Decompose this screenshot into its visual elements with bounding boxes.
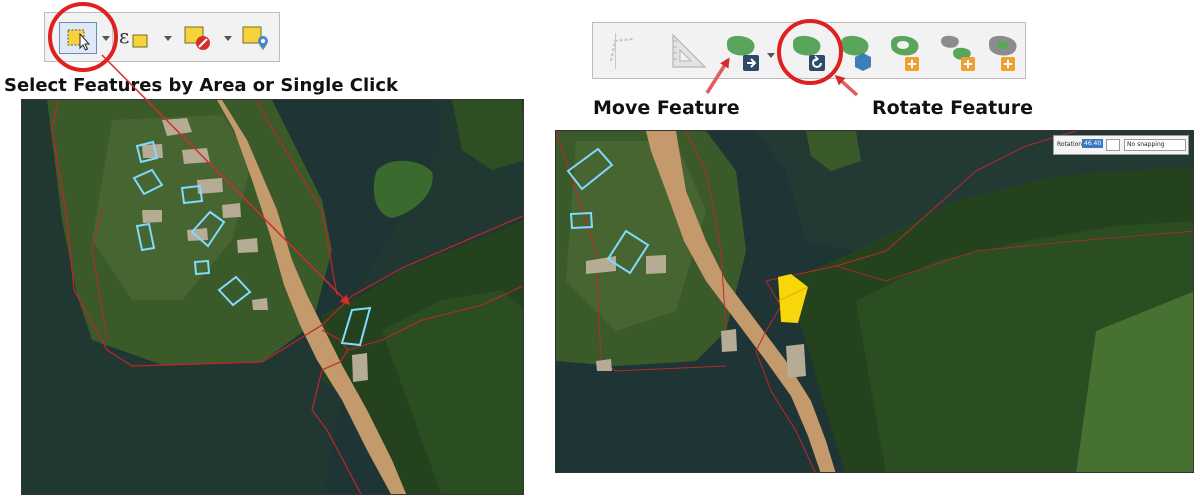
add-ring-icon	[891, 35, 919, 71]
add-part-icon	[941, 35, 975, 71]
aerial-map-before	[22, 100, 523, 494]
map-canvas-after[interactable]: Rotation 46.40 No snapping	[555, 130, 1194, 473]
vertex-tool-icon	[610, 38, 634, 62]
vertex-tool-button[interactable]	[605, 33, 639, 69]
rotation-value-input[interactable]: 46.40	[1082, 139, 1104, 148]
select-features-dropdown[interactable]	[102, 36, 110, 41]
measure-button[interactable]	[669, 31, 709, 71]
deselect-features-icon	[184, 26, 210, 50]
select-by-location-icon	[242, 26, 268, 50]
simplify-feature-icon	[841, 35, 871, 71]
aerial-map-after	[556, 131, 1193, 472]
rotate-feature-icon	[793, 35, 825, 71]
select-by-expression-icon: ε	[119, 24, 148, 48]
move-feature-dropdown[interactable]	[767, 53, 775, 58]
rotate-feature-arrow	[834, 74, 859, 97]
simplify-feature-button[interactable]	[837, 31, 879, 75]
rotate-feature-button[interactable]	[789, 31, 831, 75]
add-ring-button[interactable]	[887, 31, 929, 75]
rotate-feature-caption: Rotate Feature	[872, 97, 1033, 119]
measure-icon	[672, 33, 707, 68]
rotation-label: Rotation	[1057, 141, 1083, 148]
rotation-spinner[interactable]	[1106, 139, 1120, 151]
digitizing-toolbar	[592, 22, 1026, 79]
deselect-features-dropdown[interactable]	[224, 36, 232, 41]
toolbar-separator	[615, 33, 616, 69]
select-by-expression-button[interactable]: ε	[117, 22, 157, 54]
rotation-panel: Rotation 46.40 No snapping	[1053, 135, 1189, 155]
select-features-button[interactable]	[59, 22, 97, 54]
map-canvas-before[interactable]	[21, 99, 524, 495]
select-by-expression-dropdown[interactable]	[164, 36, 172, 41]
select-features-caption: Select Features by Area or Single Click	[4, 75, 398, 96]
toolbar-separator	[112, 21, 113, 55]
move-feature-caption: Move Feature	[593, 97, 740, 119]
svg-text:ε: ε	[119, 24, 129, 48]
fill-ring-button[interactable]	[985, 31, 1025, 75]
fill-ring-icon	[989, 35, 1017, 71]
deselect-features-button[interactable]	[181, 22, 217, 54]
add-part-button[interactable]	[939, 31, 981, 75]
move-feature-icon	[727, 35, 759, 71]
snapping-mode-select[interactable]: No snapping	[1124, 139, 1186, 151]
select-features-icon	[67, 29, 91, 51]
selection-toolbar: ε	[44, 12, 280, 62]
move-feature-button[interactable]	[723, 31, 765, 75]
select-by-location-button[interactable]	[239, 22, 275, 54]
